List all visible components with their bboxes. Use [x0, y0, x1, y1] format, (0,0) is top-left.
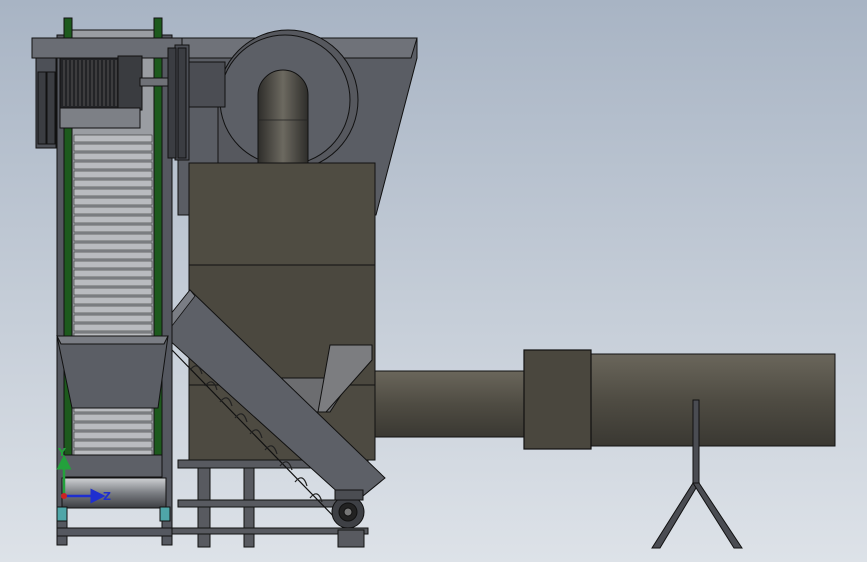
- belt-slat: [73, 251, 153, 260]
- duct-coupling[interactable]: [523, 349, 592, 450]
- belt-slat: [73, 134, 153, 143]
- cad-viewport[interactable]: Y Z: [0, 0, 867, 562]
- belt-slat: [73, 440, 153, 449]
- belt-slat: [73, 278, 153, 287]
- tail-roller[interactable]: [61, 477, 167, 509]
- y-axis-label: Y: [57, 446, 67, 459]
- belt-slat: [73, 143, 153, 152]
- belt-slat: [73, 260, 153, 269]
- belt-slat: [73, 206, 153, 215]
- belt-slat: [73, 422, 153, 431]
- belt-slat: [73, 323, 153, 332]
- assembly-side-view[interactable]: Y Z: [0, 0, 867, 562]
- belt-slat: [73, 413, 153, 422]
- belt-slat: [73, 215, 153, 224]
- belt-slat: [73, 431, 153, 440]
- belt-slat: [73, 170, 153, 179]
- belt-slat: [73, 287, 153, 296]
- elevator-intake-hopper[interactable]: [56, 335, 169, 409]
- inlet-pipe-elbow[interactable]: [257, 69, 309, 165]
- z-axis-label: Z: [103, 490, 111, 503]
- belt-slat: [73, 242, 153, 251]
- belt-slat: [73, 296, 153, 305]
- screw-drive-motor[interactable]: [331, 489, 365, 529]
- belt-slat: [73, 179, 153, 188]
- belt-slat: [73, 305, 153, 314]
- belt-slat: [73, 269, 153, 278]
- belt-slat: [73, 224, 153, 233]
- belt-slat: [73, 161, 153, 170]
- triad-origin: [61, 493, 67, 499]
- belt-slat: [73, 152, 153, 161]
- belt-slat: [73, 188, 153, 197]
- belt-slat: [73, 197, 153, 206]
- belt-slat: [73, 233, 153, 242]
- belt-slat: [73, 314, 153, 323]
